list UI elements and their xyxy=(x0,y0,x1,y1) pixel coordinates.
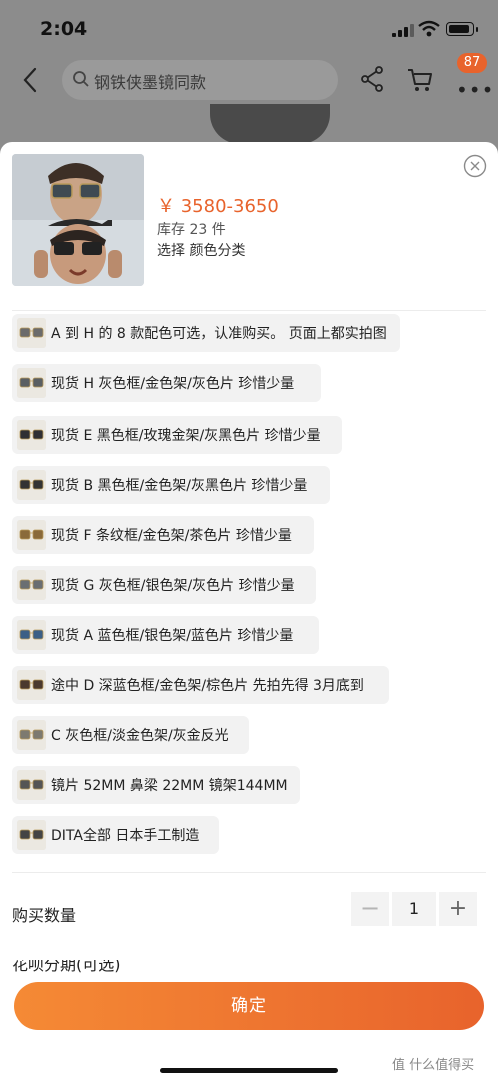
watermark: 值 什么值得买 xyxy=(392,1058,475,1073)
option-thumbnail xyxy=(17,520,46,550)
signal-icon xyxy=(392,24,414,37)
color-option[interactable]: C 灰色框/淡金色架/灰金反光 xyxy=(12,716,249,754)
option-label: 现货 E 黑色框/玫瑰金架/灰黑色片 珍惜少量 xyxy=(51,428,321,444)
color-option[interactable]: 现货 F 条纹框/金色架/茶色片 珍惜少量 xyxy=(12,516,314,554)
option-thumbnail xyxy=(17,420,46,450)
divider xyxy=(12,310,486,311)
quantity-decrease-button[interactable]: − xyxy=(351,892,389,926)
option-label: 现货 G 灰色框/银色架/灰色片 珍惜少量 xyxy=(51,578,295,594)
option-thumbnail xyxy=(17,670,46,700)
option-label: A 到 H 的 8 款配色可选，认准购买。 页面上都实拍图 xyxy=(51,326,387,342)
quantity-input[interactable]: 1 xyxy=(392,892,436,926)
search-icon xyxy=(73,71,89,87)
color-option[interactable]: 镜片 52MM 鼻梁 22MM 镜架144MM xyxy=(12,766,300,804)
confirm-button[interactable]: 确定 xyxy=(14,982,484,1030)
option-thumbnail xyxy=(17,318,46,348)
search-text: 钢铁侠墨镜同款 xyxy=(94,73,207,92)
option-label: C 灰色框/淡金色架/灰金反光 xyxy=(51,728,229,744)
product-image xyxy=(12,154,144,286)
battery-icon xyxy=(446,22,478,36)
installment-text: 花呗分期(可选) xyxy=(12,960,121,974)
status-bar: 2:04 xyxy=(0,0,498,56)
background-product-photo xyxy=(210,104,330,144)
color-option[interactable]: A 到 H 的 8 款配色可选，认准购买。 页面上都实拍图 xyxy=(12,314,400,352)
option-thumbnail xyxy=(17,770,46,800)
color-option[interactable]: 现货 E 黑色框/玫瑰金架/灰黑色片 珍惜少量 xyxy=(12,416,342,454)
color-option[interactable]: 途中 D 深蓝色框/金色架/棕色片 先拍先得 3月底到 xyxy=(12,666,389,704)
option-label: 现货 A 蓝色框/银色架/蓝色片 珍惜少量 xyxy=(51,628,294,644)
price: ￥ 3580-3650 xyxy=(157,196,279,217)
cart-badge: 87 xyxy=(457,53,487,73)
share-icon[interactable] xyxy=(360,66,384,92)
option-label: 途中 D 深蓝色框/金色架/棕色片 先拍先得 3月底到 xyxy=(51,678,364,694)
quantity-label: 购买数量 xyxy=(12,906,77,925)
search-input[interactable]: 钢铁侠墨镜同款 xyxy=(62,60,338,100)
option-thumbnail xyxy=(17,620,46,650)
option-thumbnail xyxy=(17,720,46,750)
selection-hint: 选择 颜色分类 xyxy=(157,243,246,259)
color-option[interactable]: 现货 A 蓝色框/银色架/蓝色片 珍惜少量 xyxy=(12,616,319,654)
color-option[interactable]: 现货 H 灰色框/金色架/灰色片 珍惜少量 xyxy=(12,364,321,402)
option-thumbnail xyxy=(17,570,46,600)
option-label: 现货 B 黑色框/金色架/灰黑色片 珍惜少量 xyxy=(51,478,308,494)
option-label: 现货 H 灰色框/金色架/灰色片 珍惜少量 xyxy=(51,376,295,392)
back-arrow-icon[interactable] xyxy=(20,66,40,94)
more-icon[interactable]: ••• xyxy=(456,78,494,102)
color-option[interactable]: 现货 B 黑色框/金色架/灰黑色片 珍惜少量 xyxy=(12,466,330,504)
option-thumbnail xyxy=(17,470,46,500)
color-option[interactable]: 现货 G 灰色框/银色架/灰色片 珍惜少量 xyxy=(12,566,316,604)
nav-bar: 钢铁侠墨镜同款 ••• 87 xyxy=(0,53,498,104)
home-indicator xyxy=(160,1068,338,1073)
status-time: 2:04 xyxy=(40,18,88,40)
option-label: DITA全部 日本手工制造 xyxy=(51,828,200,844)
color-option[interactable]: DITA全部 日本手工制造 xyxy=(12,816,219,854)
wifi-icon xyxy=(418,20,440,37)
stock-count: 库存 23 件 xyxy=(157,222,226,238)
option-thumbnail xyxy=(17,368,46,398)
option-label: 镜片 52MM 鼻梁 22MM 镜架144MM xyxy=(51,778,288,794)
installment-label: 花呗分期(可选) xyxy=(12,960,121,974)
cart-icon[interactable] xyxy=(406,66,434,94)
quantity-increase-button[interactable]: + xyxy=(439,892,477,926)
close-icon[interactable] xyxy=(463,154,487,178)
option-label: 现货 F 条纹框/金色架/茶色片 珍惜少量 xyxy=(51,528,292,544)
option-thumbnail xyxy=(17,820,46,850)
sku-selector-sheet: ￥ 3580-3650 库存 23 件 选择 颜色分类 A 到 H 的 8 款配… xyxy=(0,142,498,1080)
divider xyxy=(12,872,486,873)
